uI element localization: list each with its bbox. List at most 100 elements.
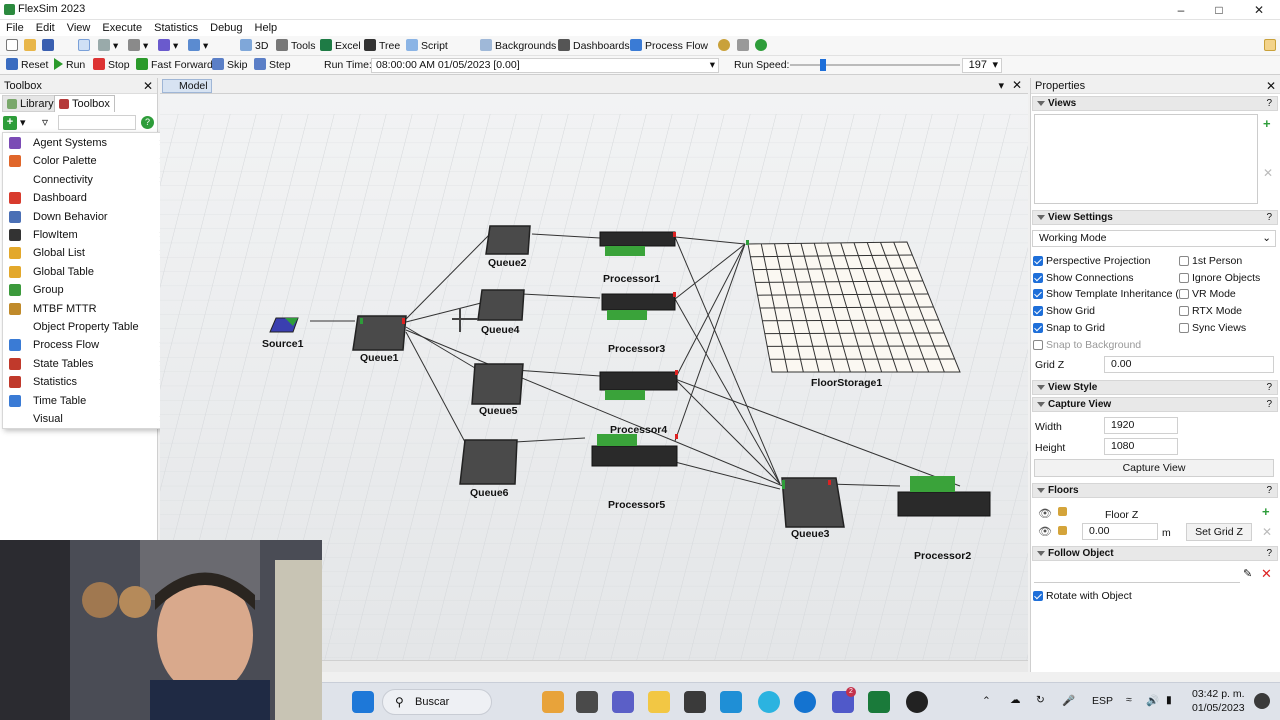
ignore-objects-checkbox[interactable]: Ignore Objects xyxy=(1179,271,1260,285)
btn-backgrounds[interactable]: Backgrounds xyxy=(480,39,556,53)
flexsim-taskbar-icon[interactable] xyxy=(868,691,890,713)
eyedropper-icon[interactable]: ✎ xyxy=(1243,567,1252,580)
btn-process-flow[interactable]: Process Flow xyxy=(630,39,708,53)
show-grid-checkbox[interactable]: Show Grid xyxy=(1033,304,1095,318)
menu-item-dashboard[interactable]: Dashboard xyxy=(3,189,171,208)
color-tool-icon[interactable]: ▾ xyxy=(158,39,178,53)
menu-item-connectivity[interactable]: Connectivity› xyxy=(3,171,171,190)
volume-icon[interactable]: 🔊 xyxy=(1146,694,1159,707)
views-list[interactable] xyxy=(1034,114,1258,204)
menu-statistics[interactable]: Statistics xyxy=(148,20,204,36)
btn-script[interactable]: Script xyxy=(406,39,448,53)
menu-item-process-flow[interactable]: Process Flow› xyxy=(3,336,171,355)
edge-icon[interactable] xyxy=(794,691,816,713)
grid-z-field[interactable]: 0.00 xyxy=(1104,356,1274,373)
view-tools-icon[interactable]: ▾ xyxy=(188,39,208,53)
filter-icon[interactable]: ▿ xyxy=(42,115,48,129)
chevron-down-icon[interactable]: ▾ xyxy=(710,59,715,72)
add-floor-icon[interactable]: + xyxy=(1262,504,1270,519)
tab-toolbox[interactable]: Toolbox xyxy=(54,95,115,112)
menu-file[interactable]: File xyxy=(0,20,30,36)
run-button[interactable]: Run xyxy=(54,58,85,72)
follow-object-field[interactable] xyxy=(1034,567,1240,583)
show-connections-checkbox[interactable]: Show Connections xyxy=(1033,271,1134,285)
microphone-icon[interactable]: 🎤 xyxy=(1062,694,1075,707)
menu-debug[interactable]: Debug xyxy=(204,20,248,36)
floor-z-field[interactable]: 0.00 xyxy=(1082,523,1158,540)
chevron-down-icon[interactable]: ▾ xyxy=(998,79,1004,92)
run-time-field[interactable]: 08:00:00 AM 01/05/2023 [0.00] ▾ xyxy=(371,58,719,73)
windows-start-icon[interactable] xyxy=(352,691,374,713)
section-view-settings[interactable]: View Settings? xyxy=(1032,210,1278,225)
new-file-icon[interactable] xyxy=(6,39,21,53)
close-icon[interactable]: ✕ xyxy=(1012,78,1022,92)
panel-layout-icon[interactable] xyxy=(1264,39,1279,53)
menu-item-object-property-table[interactable]: Object Property Table xyxy=(3,318,171,337)
section-follow-object[interactable]: Follow Object? xyxy=(1032,546,1278,561)
stop-button[interactable]: Stop xyxy=(93,58,130,72)
settings-gear-icon[interactable] xyxy=(718,39,733,53)
teams-icon[interactable]: 2 xyxy=(832,687,856,713)
menu-item-statistics[interactable]: Statistics› xyxy=(3,373,171,392)
wifi-icon[interactable]: ≈ xyxy=(1126,694,1132,706)
fast-forward-button[interactable]: Fast Forward xyxy=(136,58,213,72)
tab-model[interactable]: Model xyxy=(162,79,212,93)
minimize-button[interactable]: – xyxy=(1166,1,1196,19)
btn-tools[interactable]: Tools xyxy=(276,39,316,53)
perspective-projection-checkbox[interactable]: Perspective Projection xyxy=(1033,254,1150,268)
working-mode-select[interactable]: Working Mode ⌄ xyxy=(1032,230,1276,247)
tab-library[interactable]: Library xyxy=(2,95,59,112)
step-button[interactable]: Step xyxy=(254,58,291,72)
menu-item-visual[interactable]: Visual› xyxy=(3,410,171,429)
lock-icon[interactable] xyxy=(1058,526,1067,535)
remove-floor-icon[interactable]: ✕ xyxy=(1262,525,1272,539)
tree-structure-icon[interactable] xyxy=(737,39,752,53)
set-grid-z-button[interactable]: Set Grid Z xyxy=(1186,523,1252,541)
chrome-icon[interactable] xyxy=(758,691,780,713)
height-field[interactable]: 1080 xyxy=(1104,438,1178,455)
menu-item-global-table[interactable]: Global Table xyxy=(3,263,171,282)
section-views[interactable]: Views? xyxy=(1032,96,1278,111)
menu-item-group[interactable]: Group xyxy=(3,281,171,300)
app-icon[interactable] xyxy=(720,691,742,713)
task-view-icon[interactable] xyxy=(576,691,598,713)
menu-help[interactable]: Help xyxy=(249,20,284,36)
add-view-icon[interactable]: + xyxy=(1263,116,1271,131)
taskbar-search[interactable]: ⚲ Buscar xyxy=(382,689,492,715)
clear-icon[interactable]: ✕ xyxy=(1261,566,1272,582)
run-speed-slider[interactable] xyxy=(790,64,960,66)
eye-icon[interactable]: 👁 xyxy=(1038,507,1052,520)
menu-edit[interactable]: Edit xyxy=(30,20,61,36)
show-template-inheritance-t-checkbox[interactable]: Show Template Inheritance (T) xyxy=(1033,287,1189,301)
toolbox-search-input[interactable] xyxy=(58,115,136,130)
menu-item-agent-systems[interactable]: Agent Systems› xyxy=(3,134,171,153)
close-icon[interactable]: ✕ xyxy=(143,78,153,94)
remove-view-icon[interactable]: ✕ xyxy=(1263,166,1273,180)
btn-3d[interactable]: 3D xyxy=(240,39,268,53)
battery-icon[interactable]: ▮ xyxy=(1166,694,1172,706)
section-capture-view[interactable]: Capture View? xyxy=(1032,397,1278,412)
btn-excel[interactable]: Excel xyxy=(320,39,361,53)
skip-button[interactable]: Skip xyxy=(212,58,247,72)
lock-icon[interactable] xyxy=(1058,507,1067,516)
menu-execute[interactable]: Execute xyxy=(96,20,148,36)
menu-item-state-tables[interactable]: State Tables› xyxy=(3,355,171,374)
menu-item-down-behavior[interactable]: Down Behavior xyxy=(3,208,171,227)
connect-mode-icon[interactable]: ▾ xyxy=(98,39,118,53)
eye-icon[interactable]: 👁 xyxy=(1038,525,1052,538)
store-icon[interactable] xyxy=(684,691,706,713)
obs-icon[interactable] xyxy=(906,691,928,713)
language-indicator[interactable]: ESP xyxy=(1092,695,1113,707)
help-icon[interactable] xyxy=(755,39,770,53)
rtx-mode-checkbox[interactable]: RTX Mode xyxy=(1179,304,1242,318)
file-explorer-icon[interactable] xyxy=(648,691,670,713)
1st-person-checkbox[interactable]: 1st Person xyxy=(1179,254,1242,268)
rotate-with-object-checkbox[interactable]: Rotate with Object xyxy=(1033,589,1132,603)
close-window-button[interactable]: ✕ xyxy=(1244,1,1274,19)
menu-item-time-table[interactable]: Time Table xyxy=(3,392,171,411)
help-icon[interactable]: ? xyxy=(141,116,154,129)
run-speed-field[interactable]: 197 ▾ xyxy=(962,58,1002,73)
teams-chat-icon[interactable] xyxy=(612,691,634,713)
widgets-icon[interactable] xyxy=(542,691,564,713)
menu-item-global-list[interactable]: Global List› xyxy=(3,244,171,263)
